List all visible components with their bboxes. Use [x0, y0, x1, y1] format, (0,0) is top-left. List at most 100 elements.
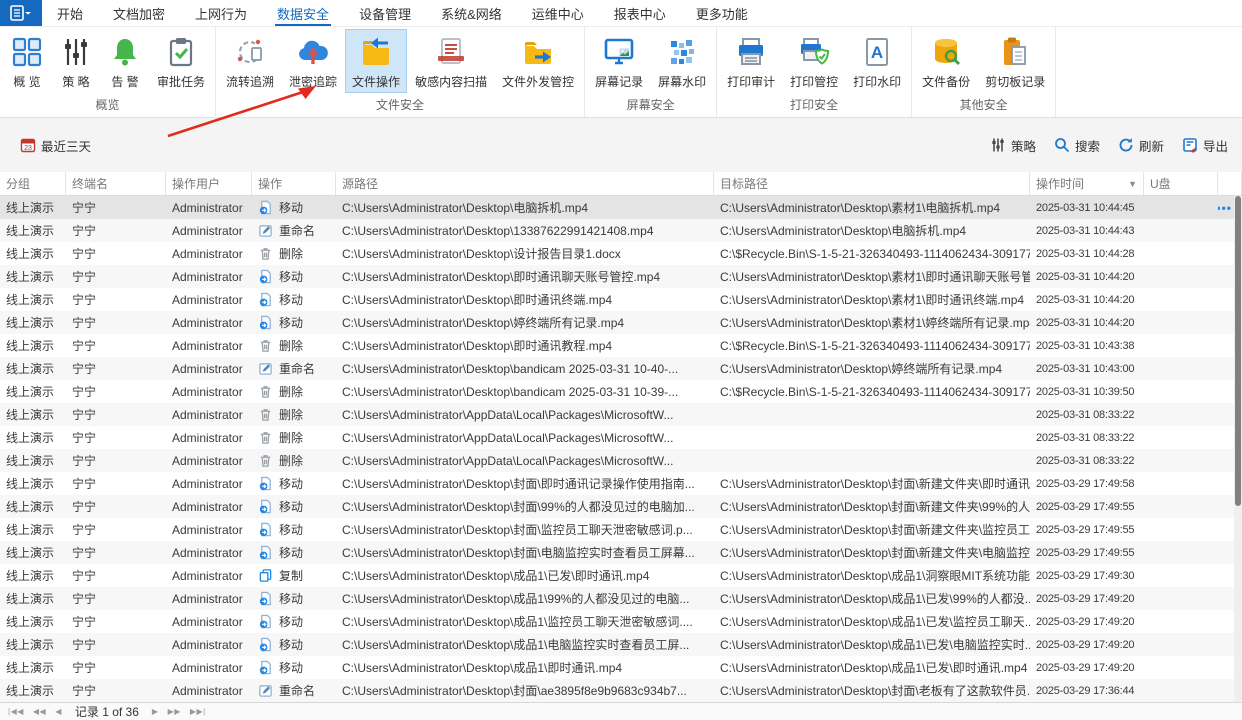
table-row[interactable]: 线上演示宁宁Administrator移动C:\Users\Administra… [0, 587, 1242, 610]
table-row[interactable]: 线上演示宁宁Administrator移动C:\Users\Administra… [0, 196, 1242, 219]
pager-button-prev-0[interactable]: |◀◀ [8, 707, 24, 716]
ribbon-item-打印水印[interactable]: A打印水印 [846, 29, 908, 93]
cell-user: Administrator [166, 247, 252, 261]
table-row[interactable]: 线上演示宁宁Administrator移动C:\Users\Administra… [0, 541, 1242, 564]
column-header-源路径[interactable]: 源路径 [336, 172, 714, 195]
column-header-目标路径[interactable]: 目标路径 [714, 172, 1030, 195]
table-row[interactable]: 线上演示宁宁Administrator移动C:\Users\Administra… [0, 472, 1242, 495]
table-row[interactable]: 线上演示宁宁Administrator重命名C:\Users\Administr… [0, 679, 1242, 702]
cell-operation: 复制 [252, 567, 336, 584]
cell-group: 线上演示 [0, 636, 66, 653]
cell-terminal: 宁宁 [66, 222, 166, 239]
toolbar-action-刷新[interactable]: 刷新 [1118, 136, 1164, 155]
ribbon-item-label: 审批任务 [157, 73, 205, 90]
ribbon-item-文件外发管控[interactable]: 文件外发管控 [495, 29, 581, 93]
cell-group: 线上演示 [0, 590, 66, 607]
ribbon-item-概 览[interactable]: 概 览 [3, 29, 51, 93]
pager-button-next-1[interactable]: ▶▶ [168, 707, 181, 716]
table-row[interactable]: 线上演示宁宁Administrator删除C:\Users\Administra… [0, 380, 1242, 403]
table-row[interactable]: 线上演示宁宁Administrator复制C:\Users\Administra… [0, 564, 1242, 587]
menu-tab-运维中心[interactable]: 运维中心 [517, 0, 599, 26]
table-row[interactable]: 线上演示宁宁Administrator删除C:\Users\Administra… [0, 403, 1242, 426]
cell-time: 2025-03-31 08:33:22 [1030, 432, 1144, 444]
export-icon [1182, 137, 1198, 153]
menu-tab-系统&网络[interactable]: 系统&网络 [426, 0, 517, 26]
cell-target-path: C:\Users\Administrator\Desktop\素材1\婷终端所有… [714, 314, 1030, 331]
table-row[interactable]: 线上演示宁宁Administrator移动C:\Users\Administra… [0, 288, 1242, 311]
ribbon-group-items: 打印审计打印管控A打印水印 [720, 29, 908, 93]
ribbon-item-敏感内容扫描[interactable]: 敏感内容扫描 [408, 29, 494, 93]
pager-button-next-0[interactable]: ▶ [152, 707, 159, 716]
ribbon-group-概览: 概 览策 略告 警审批任务概览 [0, 27, 216, 117]
table-row[interactable]: 线上演示宁宁Administrator移动C:\Users\Administra… [0, 311, 1242, 334]
menu-tab-数据安全[interactable]: 数据安全 [262, 0, 344, 26]
cell-terminal: 宁宁 [66, 659, 166, 676]
column-header-分组[interactable]: 分组 [0, 172, 66, 195]
cell-operation: 删除 [252, 337, 336, 354]
cell-time: 2025-03-29 17:36:44 [1030, 685, 1144, 697]
column-header-终端名[interactable]: 终端名 [66, 172, 166, 195]
cell-source-path: C:\Users\Administrator\Desktop\即时通讯终端.mp… [336, 291, 714, 308]
toolbar-action-导出[interactable]: 导出 [1182, 136, 1228, 155]
cell-source-path: C:\Users\Administrator\Desktop\133876229… [336, 224, 714, 238]
ribbon-item-泄密追踪[interactable]: 泄密追踪 [282, 29, 344, 93]
file-operations-table: 分组终端名操作用户操作源路径目标路径操作时间▼U盘 线上演示宁宁Administ… [0, 172, 1242, 702]
column-header-操作时间[interactable]: 操作时间▼ [1030, 172, 1144, 195]
ribbon-item-策 略[interactable]: 策 略 [52, 29, 100, 93]
table-row[interactable]: 线上演示宁宁Administrator删除C:\Users\Administra… [0, 242, 1242, 265]
table-row[interactable]: 线上演示宁宁Administrator重命名C:\Users\Administr… [0, 219, 1242, 242]
toolbar-action-策略[interactable]: 策略 [990, 136, 1036, 155]
menu-tab-报表中心[interactable]: 报表中心 [599, 0, 681, 26]
cell-group: 线上演示 [0, 199, 66, 216]
column-header-filler [1218, 172, 1242, 195]
op-delete-icon [258, 453, 273, 468]
ribbon-item-打印管控[interactable]: 打印管控 [783, 29, 845, 93]
ribbon-item-打印审计[interactable]: 打印审计 [720, 29, 782, 93]
table-row[interactable]: 线上演示宁宁Administrator移动C:\Users\Administra… [0, 495, 1242, 518]
app-menu-button[interactable] [0, 0, 42, 26]
op-move-icon [258, 614, 273, 629]
cell-time: 2025-03-29 17:49:55 [1030, 524, 1144, 536]
date-filter-label: 最近三天 [41, 136, 91, 155]
column-header-U盘[interactable]: U盘 [1144, 172, 1218, 195]
cell-group: 线上演示 [0, 613, 66, 630]
ribbon-item-审批任务[interactable]: 审批任务 [150, 29, 212, 93]
table-row[interactable]: 线上演示宁宁Administrator删除C:\Users\Administra… [0, 426, 1242, 449]
ribbon-item-剪切板记录[interactable]: 剪切板记录 [978, 29, 1052, 93]
table-row[interactable]: 线上演示宁宁Administrator删除C:\Users\Administra… [0, 449, 1242, 472]
cell-group: 线上演示 [0, 544, 66, 561]
pager-button-prev-1[interactable]: ◀◀ [33, 707, 46, 716]
table-row[interactable]: 线上演示宁宁Administrator移动C:\Users\Administra… [0, 656, 1242, 679]
ribbon-item-文件备份[interactable]: 文件备份 [915, 29, 977, 93]
menu-tab-上网行为[interactable]: 上网行为 [180, 0, 262, 26]
table-row[interactable]: 线上演示宁宁Administrator移动C:\Users\Administra… [0, 518, 1242, 541]
toolbar-action-搜索[interactable]: 搜索 [1054, 136, 1100, 155]
menu-tab-开始[interactable]: 开始 [42, 0, 98, 26]
ribbon-item-label: 屏幕水印 [658, 73, 706, 90]
ribbon-item-label: 敏感内容扫描 [415, 73, 487, 90]
ribbon-item-屏幕记录[interactable]: 屏幕记录 [588, 29, 650, 93]
menu-tab-设备管理[interactable]: 设备管理 [344, 0, 426, 26]
table-row[interactable]: 线上演示宁宁Administrator删除C:\Users\Administra… [0, 334, 1242, 357]
operation-label: 删除 [279, 452, 303, 469]
table-row[interactable]: 线上演示宁宁Administrator重命名C:\Users\Administr… [0, 357, 1242, 380]
date-filter-button[interactable]: 23 最近三天 [20, 136, 91, 155]
pager-button-prev-2[interactable]: ◀ [55, 707, 62, 716]
operation-label: 重命名 [279, 682, 315, 699]
ribbon-item-文件操作[interactable]: 文件操作 [345, 29, 407, 93]
pager-button-next-2[interactable]: ▶▶| [190, 707, 206, 716]
menu-tab-文档加密[interactable]: 文档加密 [98, 0, 180, 26]
table-row[interactable]: 线上演示宁宁Administrator移动C:\Users\Administra… [0, 610, 1242, 633]
ribbon-item-屏幕水印[interactable]: 屏幕水印 [651, 29, 713, 93]
ribbon-item-流转追溯[interactable]: 流转追溯 [219, 29, 281, 93]
table-row[interactable]: 线上演示宁宁Administrator移动C:\Users\Administra… [0, 633, 1242, 656]
column-header-操作用户[interactable]: 操作用户 [166, 172, 252, 195]
table-row[interactable]: 线上演示宁宁Administrator移动C:\Users\Administra… [0, 265, 1242, 288]
ribbon-item-告 警[interactable]: 告 警 [101, 29, 149, 93]
menu-tab-更多功能[interactable]: 更多功能 [681, 0, 763, 26]
scrollbar-thumb[interactable] [1235, 196, 1241, 506]
ribbon-item-label: 文件操作 [352, 73, 400, 90]
ribbon-item-label: 屏幕记录 [595, 73, 643, 90]
vertical-scrollbar[interactable] [1234, 196, 1242, 702]
column-header-操作[interactable]: 操作 [252, 172, 336, 195]
